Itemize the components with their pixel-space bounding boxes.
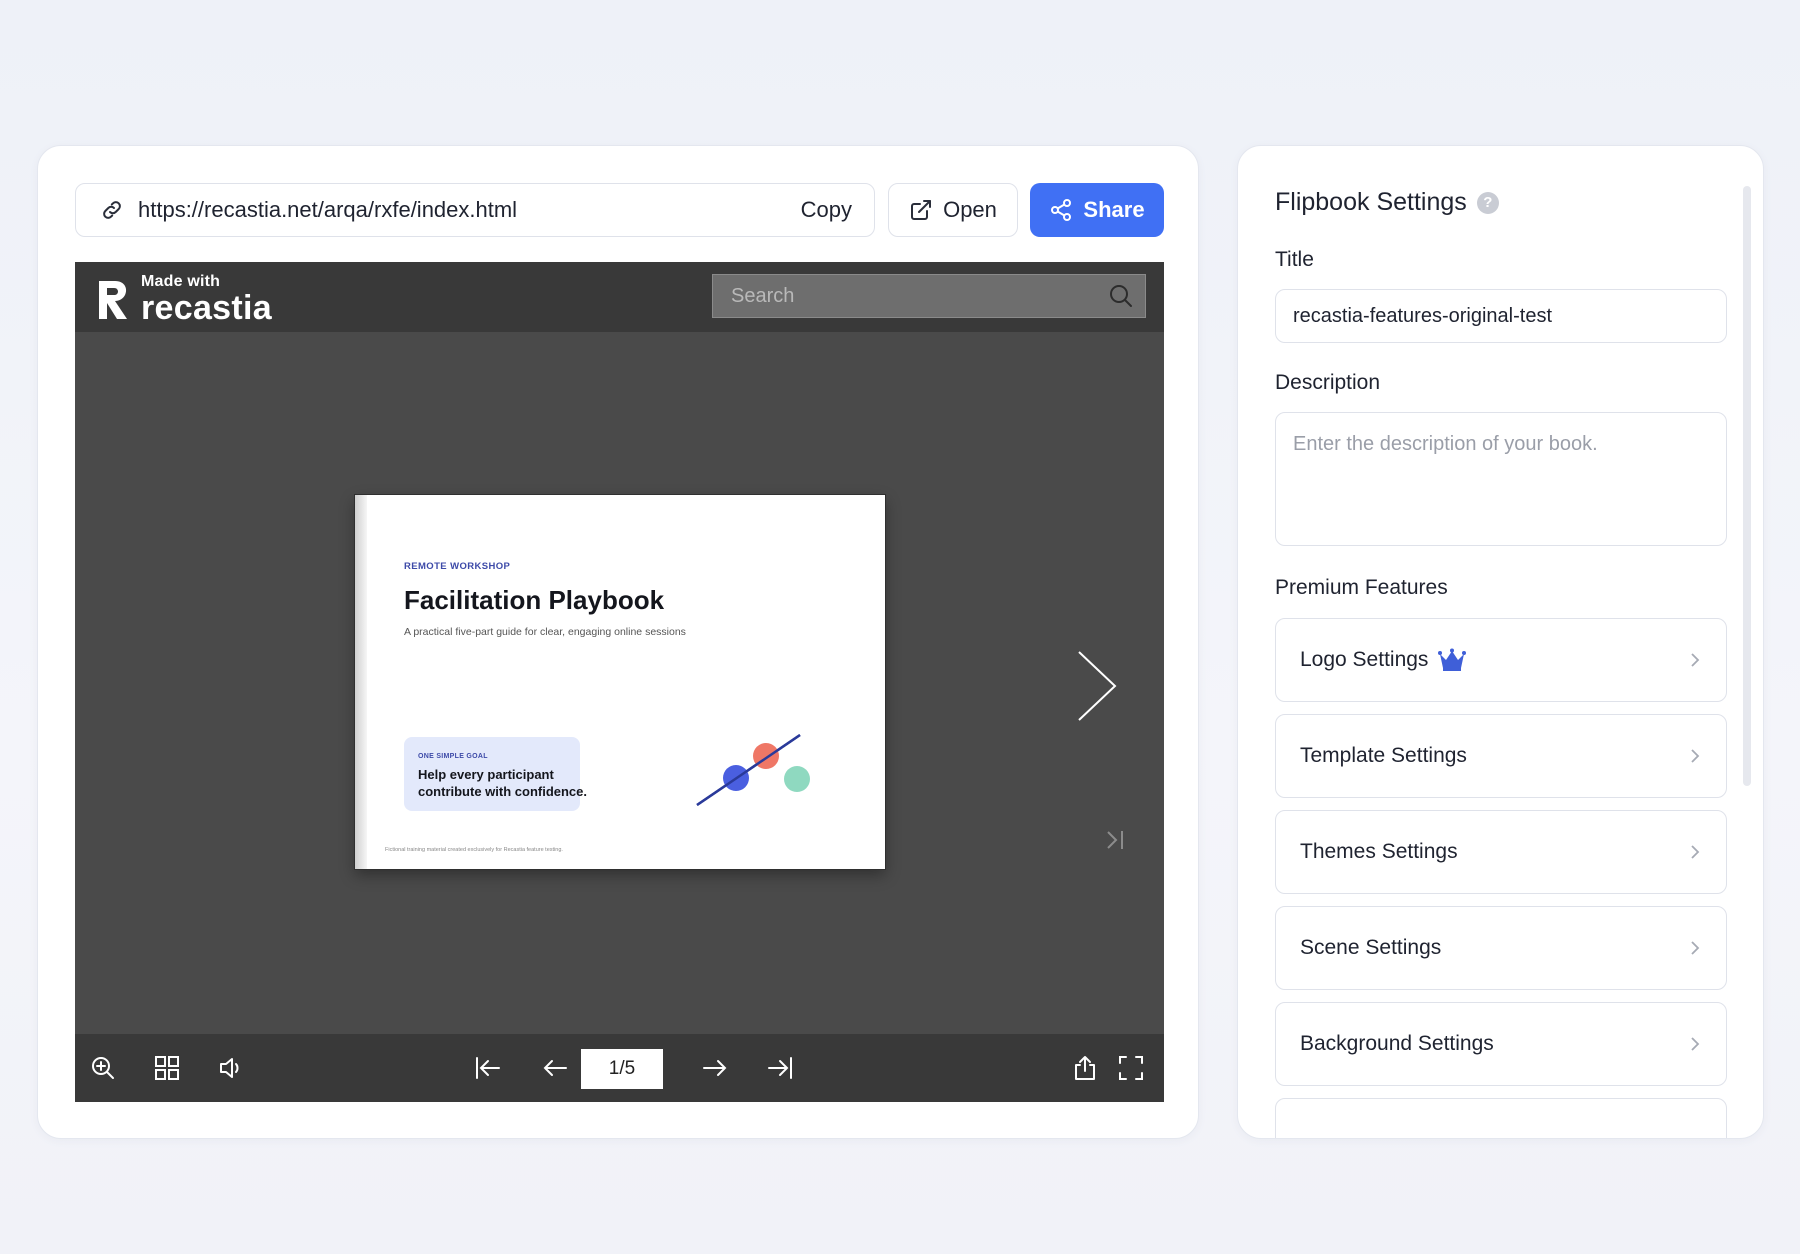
goal-text: Help every participant contribute with c… [418, 767, 588, 799]
share-icon[interactable] [1069, 1052, 1101, 1084]
share-nodes-icon [1049, 198, 1073, 222]
background-settings-item[interactable]: Background Settings [1275, 1002, 1727, 1086]
chevron-right-icon [1688, 651, 1702, 669]
page-subtitle: A practical five-part guide for clear, e… [404, 626, 686, 638]
url-text: https://recastia.net/arqa/rxfe/index.htm… [138, 197, 518, 222]
prev-page-icon[interactable] [539, 1052, 571, 1084]
crown-icon [1438, 648, 1467, 671]
page-footnote: Fictional training material created excl… [385, 847, 563, 853]
flipbook-viewer: Made with recastia REMOTE WORKSHOP Facil… [75, 262, 1164, 1102]
viewer-toolbar: 1/5 [75, 1034, 1164, 1102]
background-settings-label: Background Settings [1300, 1032, 1494, 1055]
share-label: Share [1083, 197, 1145, 222]
link-icon [100, 198, 124, 222]
description-textarea[interactable] [1275, 412, 1727, 546]
page-title: Facilitation Playbook [404, 585, 665, 615]
logo-settings-item[interactable]: Logo Settings [1275, 618, 1727, 702]
scene-settings-item[interactable]: Scene Settings [1275, 906, 1727, 990]
sound-icon[interactable] [215, 1052, 247, 1084]
fullscreen-icon[interactable] [1115, 1052, 1147, 1084]
premium-features-label: Premium Features [1275, 576, 1448, 599]
settings-panel: Flipbook Settings ? Title Description Pr… [1237, 145, 1764, 1139]
brand-name: recastia [141, 289, 272, 327]
title-input[interactable] [1275, 289, 1727, 343]
settings-heading-text: Flipbook Settings [1275, 188, 1467, 216]
search-input[interactable] [731, 284, 1107, 308]
search-icon[interactable] [1107, 282, 1135, 310]
goal-eyebrow: ONE SIMPLE GOAL [418, 753, 488, 760]
help-icon[interactable]: ? [1476, 191, 1499, 214]
last-page-icon[interactable] [765, 1052, 797, 1084]
title-label: Title [1275, 248, 1314, 271]
settings-heading: Flipbook Settings ? [1275, 188, 1499, 217]
scene-settings-label: Scene Settings [1300, 936, 1442, 959]
open-button[interactable]: Open [888, 183, 1018, 237]
logo-settings-label: Logo Settings [1300, 648, 1429, 671]
page-eyebrow: REMOTE WORKSHOP [404, 561, 511, 572]
brand-logo[interactable]: Made with recastia [95, 274, 272, 325]
chevron-right-icon [1688, 939, 1702, 957]
settings-scrollbar[interactable] [1743, 186, 1751, 786]
chevron-right-icon [1688, 843, 1702, 861]
template-settings-label: Template Settings [1300, 744, 1467, 767]
template-settings-item[interactable]: Template Settings [1275, 714, 1727, 798]
chevron-right-icon [1688, 747, 1702, 765]
description-label: Description [1275, 371, 1381, 394]
goal-callout: ONE SIMPLE GOAL Help every participant c… [404, 737, 587, 811]
chevron-right-icon [1688, 1035, 1702, 1053]
viewer-search[interactable] [712, 274, 1146, 318]
copy-button[interactable]: Copy [801, 197, 852, 223]
first-page-icon[interactable] [471, 1052, 503, 1084]
flipbook-page[interactable]: REMOTE WORKSHOP Facilitation Playbook A … [355, 495, 885, 869]
recastia-logo-icon [99, 280, 127, 319]
themes-settings-label: Themes Settings [1300, 840, 1458, 863]
preview-card: https://recastia.net/arqa/rxfe/index.htm… [37, 145, 1199, 1139]
page-spine [355, 495, 367, 869]
url-field[interactable]: https://recastia.net/arqa/rxfe/index.htm… [75, 183, 875, 237]
external-link-icon [909, 198, 933, 222]
page-indicator[interactable]: 1/5 [581, 1049, 663, 1089]
zoom-in-icon[interactable] [87, 1052, 119, 1084]
themes-settings-item[interactable]: Themes Settings [1275, 810, 1727, 894]
grid-icon[interactable] [151, 1052, 183, 1084]
next-page-arrow-icon[interactable] [1075, 650, 1119, 722]
brand-made-with: Made with [141, 273, 221, 290]
viewer-header: Made with recastia [75, 262, 1164, 332]
connection-dots-illustration [696, 733, 810, 807]
share-button[interactable]: Share [1030, 183, 1164, 237]
last-page-mini-icon[interactable] [1105, 828, 1127, 852]
next-page-icon[interactable] [699, 1052, 731, 1084]
more-settings-item[interactable] [1275, 1098, 1727, 1138]
open-label: Open [943, 197, 997, 222]
